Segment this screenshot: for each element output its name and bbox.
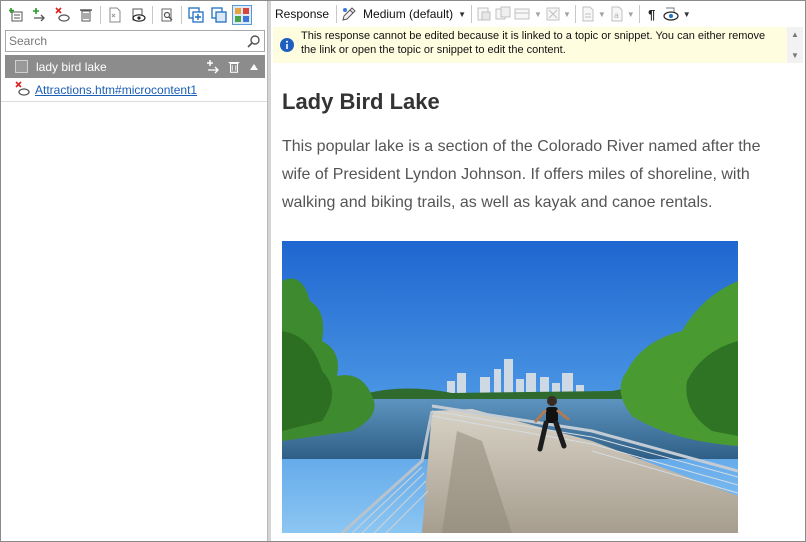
pilcrow-icon[interactable]: ¶ [644,4,660,24]
toolbar-separator [471,5,473,23]
linked-topic-link[interactable]: Attractions.htm#microcontent1 [35,83,197,97]
scroll-up-icon[interactable]: ▲ [791,30,799,39]
response-label: Response [275,7,330,21]
toolbar-separator [336,5,338,23]
remove-format-icon[interactable]: ▼ [545,4,571,24]
link-icon[interactable] [30,5,50,25]
scroll-down-icon[interactable]: ▼ [791,51,799,60]
content-paragraph: This popular lake is a section of the Co… [282,138,761,211]
left-toolbar [1,1,267,28]
info-icon [273,27,301,63]
toolbar-separator [638,5,640,23]
response-content: Lady Bird Lake This popular lake is a se… [282,89,782,217]
editor-toolbar: Response Medium (default) ▼ ▼ ▼ ▼ a ▼ ¶ … [271,1,805,27]
search-input[interactable] [6,31,244,51]
chevron-down-icon: ▼ [534,9,542,19]
remove-link-icon[interactable] [53,5,73,25]
toolbar-separator [181,5,182,24]
app-window: lady bird lake Attractions.htm#microcont… [0,0,806,542]
style-picker-icon[interactable] [341,4,357,24]
toolbar-separator [100,5,101,24]
left-pane: lady bird lake Attractions.htm#microcont… [1,1,267,541]
preview-icon[interactable] [128,5,148,25]
toolbar-separator [574,5,576,23]
search-icon[interactable] [244,34,264,48]
info-message: This response cannot be edited because i… [301,30,766,56]
right-pane: Response Medium (default) ▼ ▼ ▼ ▼ a ▼ ¶ … [271,1,805,541]
style-select[interactable]: Medium (default) ▼ [363,7,466,21]
toolbar-separator [152,5,153,24]
insert-variable-icon[interactable]: ▼ [580,4,606,24]
chevron-down-icon: ▼ [597,9,606,19]
color-grid-icon[interactable] [232,4,252,25]
info-scrollbar[interactable]: ▲ ▼ [787,27,803,63]
link-icon[interactable] [205,58,223,76]
topic-checkbox[interactable] [15,60,28,73]
divider [1,101,267,102]
linked-topic-item: Attractions.htm#microcontent1 [15,80,197,100]
broken-link-icon [15,80,31,100]
add-topic-icon[interactable] [7,5,27,25]
lake-photo [282,241,738,533]
chevron-down-icon: ▼ [458,9,467,19]
topic-label: lady bird lake [36,59,107,74]
delete-icon[interactable] [225,58,243,76]
svg-text:a: a [614,11,619,20]
chevron-down-icon: ▼ [562,9,571,19]
chevron-down-icon: ▼ [626,9,635,19]
find-icon[interactable] [157,5,177,25]
insert-image-icon[interactable] [476,4,492,24]
add-snippet-icon[interactable] [186,5,206,25]
search-box [5,30,265,52]
view-options-icon[interactable]: ▼ [663,4,691,24]
style-select-value: Medium (default) [363,7,454,21]
insert-table-icon[interactable]: ▼ [514,4,542,24]
info-banner: This response cannot be edited because i… [273,27,787,63]
chevron-down-icon: ▼ [682,9,691,19]
page-icon[interactable] [105,5,125,25]
insert-text-icon[interactable]: a ▼ [609,4,635,24]
insert-list-icon[interactable] [495,4,511,24]
collapse-up-icon[interactable] [245,58,263,76]
delete-icon[interactable] [76,5,96,25]
copy-icon[interactable] [209,5,229,25]
topic-row[interactable]: lady bird lake [5,55,265,78]
content-heading: Lady Bird Lake [282,89,440,114]
